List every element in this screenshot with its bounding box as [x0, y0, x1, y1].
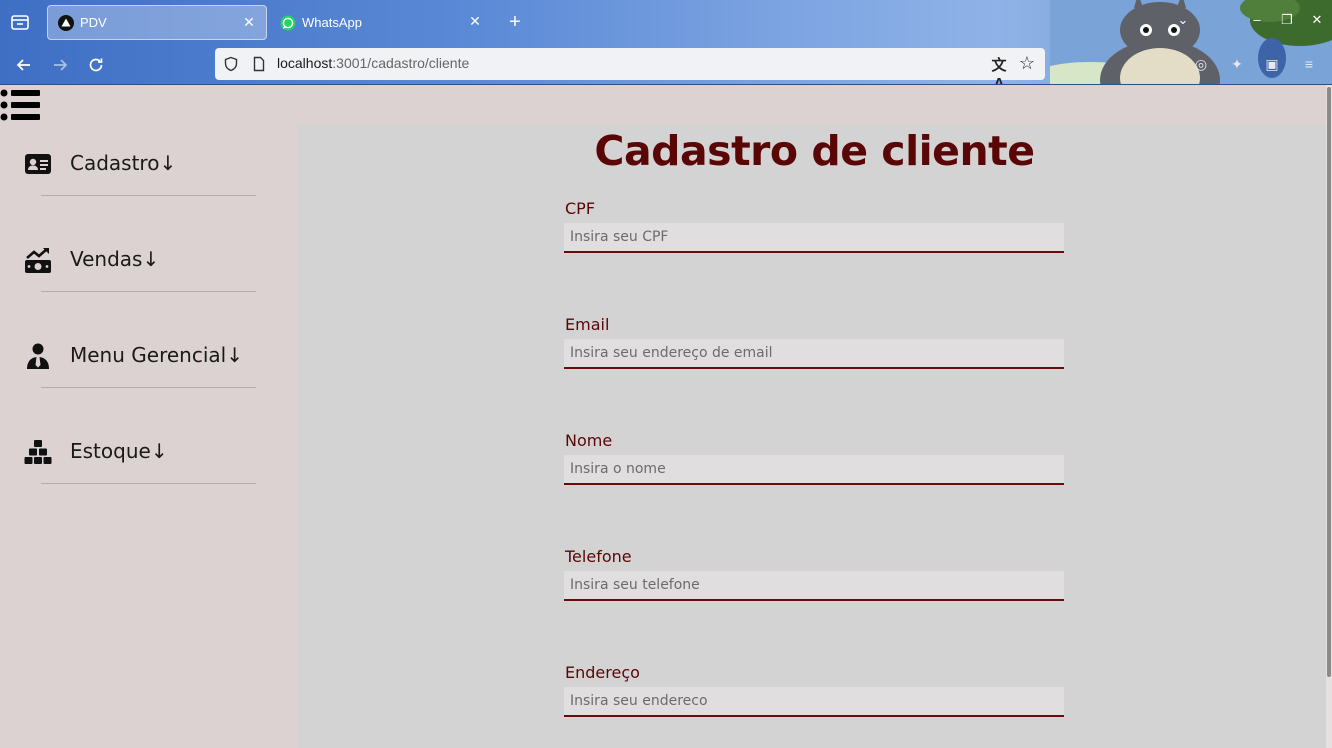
account-icon[interactable]: ◎ — [1192, 55, 1210, 73]
sidebar-item-label: Vendas↓ — [70, 247, 160, 271]
arrow-right-icon — [54, 59, 68, 71]
telefone-input[interactable] — [564, 571, 1064, 601]
close-tab-icon[interactable]: ✕ — [242, 15, 256, 29]
arrow-left-icon — [16, 59, 30, 71]
url-path: :3001/cadastro/cliente — [332, 55, 470, 71]
extensions-icon[interactable]: ✦ — [1228, 55, 1246, 73]
arrow-down-icon: ↓ — [142, 247, 160, 271]
hamburger-menu-icon[interactable] — [0, 88, 42, 122]
menu-icon[interactable]: ≡ — [1300, 55, 1318, 73]
divider — [41, 483, 256, 484]
arrow-down-icon: ↓ — [150, 439, 168, 463]
cpf-input[interactable] — [564, 223, 1064, 253]
main-content: Cadastro de cliente CPF Email Nome Telef… — [297, 125, 1326, 748]
tab-pdv[interactable]: PDV ✕ — [47, 5, 267, 40]
back-button[interactable] — [13, 54, 35, 76]
sidebar-item-label: Cadastro↓ — [70, 151, 177, 175]
scrollbar-thumb[interactable] — [1327, 87, 1331, 677]
divider — [41, 387, 256, 388]
nome-label: Nome — [565, 431, 613, 450]
arrow-down-icon: ↓ — [226, 343, 243, 367]
maximize-button[interactable]: ❐ — [1279, 12, 1295, 28]
new-tab-button[interactable]: + — [505, 12, 525, 32]
telefone-label: Telefone — [565, 547, 632, 566]
tab-list-icon — [11, 15, 29, 30]
nome-input[interactable] — [564, 455, 1064, 485]
url-text[interactable]: localhost:3001/cadastro/cliente — [277, 55, 469, 71]
triangle-logo-icon — [58, 14, 74, 31]
whatsapp-icon — [280, 15, 296, 30]
money-chart-icon — [25, 248, 51, 273]
cpf-label: CPF — [565, 199, 596, 218]
id-card-icon — [25, 154, 51, 174]
divider — [41, 291, 256, 292]
translate-icon[interactable]: 文A — [989, 54, 1009, 85]
reload-button[interactable] — [85, 54, 107, 76]
url-host: localhost — [277, 55, 333, 71]
tab-list-button[interactable] — [8, 11, 32, 33]
arrow-down-icon: ↓ — [159, 151, 177, 175]
browser-chrome: PDV ✕ WhatsApp ✕ + localhost:3001/cadast… — [0, 0, 1332, 85]
close-tab-icon[interactable]: ✕ — [468, 14, 482, 28]
tab-title: WhatsApp — [302, 15, 362, 30]
page-icon[interactable] — [251, 56, 267, 72]
sidebar-item-estoque[interactable]: Estoque↓ — [0, 413, 296, 509]
tab-overflow-icon[interactable]: ⌄ — [1175, 12, 1191, 28]
tab-title: PDV — [80, 15, 107, 30]
tab-whatsapp[interactable]: WhatsApp ✕ — [270, 5, 492, 40]
sidebar-item-label: Estoque↓ — [70, 439, 168, 463]
password-manager-icon[interactable]: ▣ — [1263, 55, 1281, 73]
sidebar-item-menu-gerencial[interactable]: Menu Gerencial↓ — [0, 317, 296, 413]
boxes-icon — [24, 440, 52, 464]
page-scrollbar[interactable] — [1326, 85, 1332, 748]
url-bar[interactable]: localhost:3001/cadastro/cliente 文A ☆ — [215, 48, 1045, 85]
page-title: Cadastro de cliente — [594, 127, 1035, 175]
email-input[interactable] — [564, 339, 1064, 369]
endereco-input[interactable] — [564, 687, 1064, 717]
sidebar-item-vendas[interactable]: Vendas↓ — [0, 221, 296, 317]
sidebar-item-label: Menu Gerencial↓ — [70, 343, 243, 367]
manager-icon — [27, 343, 49, 369]
page: Cadastro↓ Vendas↓ Menu Gerencial↓ Estoqu… — [0, 85, 1326, 748]
sidebar-item-cadastro[interactable]: Cadastro↓ — [0, 125, 296, 221]
divider — [41, 195, 256, 196]
close-window-button[interactable]: ✕ — [1309, 12, 1325, 28]
endereco-label: Endereço — [565, 663, 640, 682]
reload-icon — [89, 58, 103, 72]
bookmark-star-icon[interactable]: ☆ — [1017, 53, 1037, 73]
minimize-button[interactable]: – — [1249, 12, 1265, 28]
email-label: Email — [565, 315, 610, 334]
forward-button[interactable] — [49, 54, 71, 76]
shield-icon[interactable] — [223, 56, 239, 72]
